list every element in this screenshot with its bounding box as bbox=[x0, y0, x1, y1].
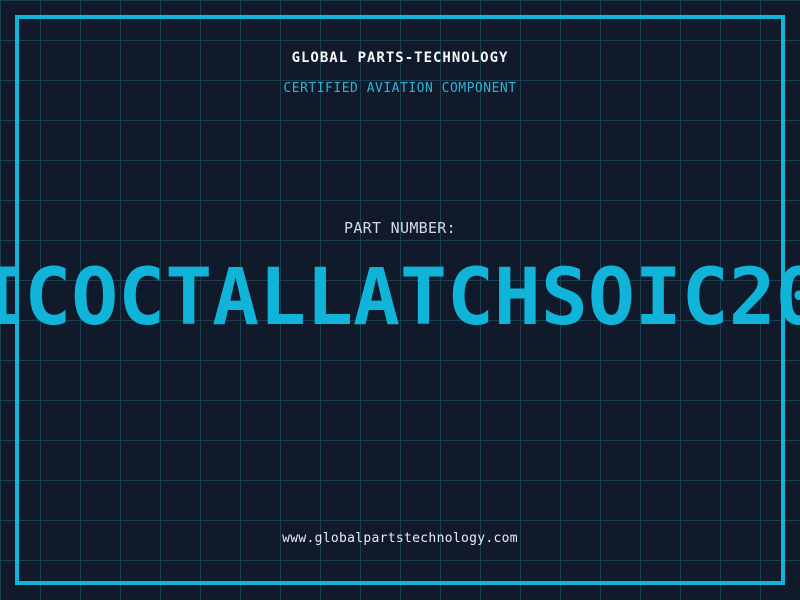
part-number-label: PART NUMBER: bbox=[344, 219, 456, 237]
page-title: GLOBAL PARTS-TECHNOLOGY bbox=[291, 50, 509, 66]
website-url: www.globalpartstechnology.com bbox=[282, 531, 518, 546]
part-number-value: ICOCTALLATCHSOIC20 bbox=[0, 253, 800, 343]
certificate-page: GLOBAL PARTS-TECHNOLOGY CERTIFIED AVIATI… bbox=[0, 0, 800, 600]
page-subtitle: CERTIFIED AVIATION COMPONENT bbox=[283, 81, 517, 96]
